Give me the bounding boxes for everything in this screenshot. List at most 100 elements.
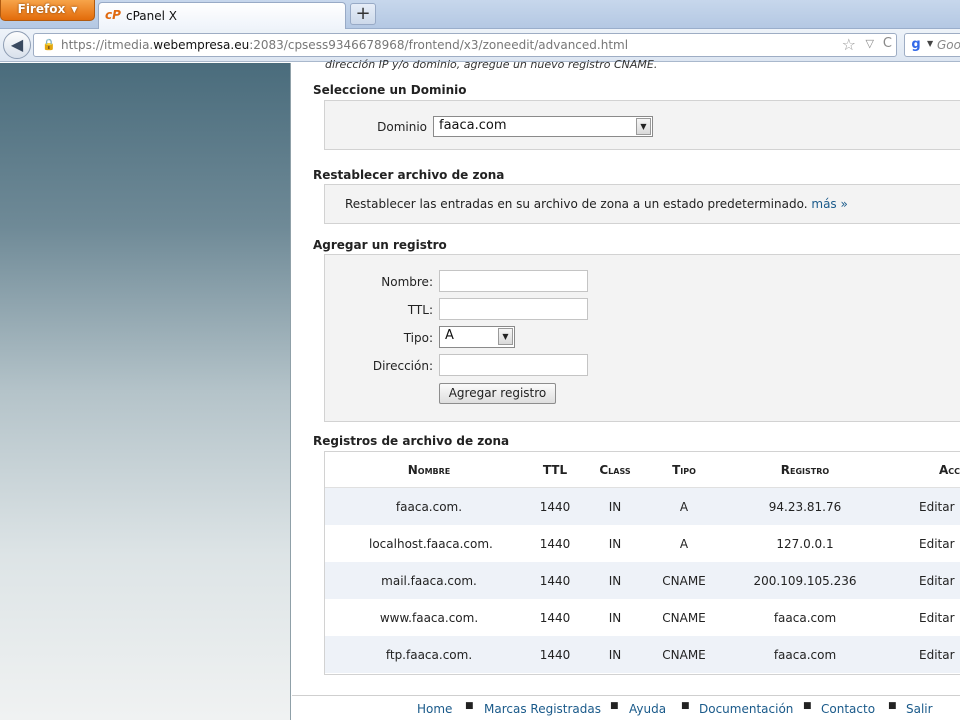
cell-type: A — [679, 500, 689, 514]
back-button[interactable]: ◀ — [3, 31, 31, 59]
cell-record: faaca.com — [773, 648, 837, 662]
footer-separator: ■ — [888, 701, 897, 711]
type-select-value: A — [445, 328, 454, 343]
footer-separator: ■ — [803, 701, 812, 711]
table-row: faaca.com. 1440 IN A 94.23.81.76 Editar — [325, 488, 960, 525]
google-icon[interactable]: g — [908, 37, 924, 53]
cell-ttl: 1440 — [539, 500, 571, 514]
cell-class: IN — [608, 500, 622, 514]
cell-type: CNAME — [662, 611, 706, 625]
cell-name: ftp.faaca.com. — [385, 648, 473, 662]
cell-class: IN — [608, 537, 622, 551]
search-placeholder: Goo — [937, 38, 960, 52]
main-content: dirección IP y/o dominio, agregue un nue… — [292, 58, 960, 720]
table-row: www.faaca.com. 1440 IN CNAME faaca.com E… — [325, 599, 960, 636]
tab-title: cPanel X — [126, 9, 178, 23]
type-label: Tipo: — [403, 331, 433, 345]
page-sidebar-background — [0, 63, 291, 720]
more-link[interactable]: más » — [811, 197, 847, 211]
dropdown-arrow-icon[interactable]: ▼ — [498, 328, 513, 345]
edit-link[interactable]: Editar — [919, 648, 955, 662]
edit-link[interactable]: Editar — [919, 611, 955, 625]
cell-type: CNAME — [662, 574, 706, 588]
footer-separator: ■ — [465, 701, 474, 711]
column-header-actions: Acc — [939, 463, 960, 477]
section-title-reset-zone: Restablecer archivo de zona — [313, 168, 505, 182]
footer-link-trademarks[interactable]: Marcas Registradas — [484, 702, 601, 716]
column-header-class[interactable]: Class — [585, 463, 645, 477]
dropdown-arrow-icon: ▼ — [71, 5, 78, 14]
cell-name: mail.faaca.com. — [381, 574, 477, 588]
ttl-input[interactable] — [439, 298, 588, 320]
column-header-name[interactable]: Nombre — [369, 463, 489, 477]
edit-link[interactable]: Editar — [919, 537, 955, 551]
address-input[interactable] — [439, 354, 588, 376]
name-input[interactable] — [439, 270, 588, 292]
cell-class: IN — [608, 611, 622, 625]
add-record-panel: Nombre: TTL: Tipo: A ▼ Dirección: Agrega… — [324, 254, 960, 422]
section-title-add-record: Agregar un registro — [313, 238, 447, 252]
type-select[interactable]: A ▼ — [439, 326, 515, 348]
cell-record: 127.0.0.1 — [776, 537, 834, 551]
cell-ttl: 1440 — [539, 648, 571, 662]
reset-zone-text: Restablecer las entradas en su archivo d… — [345, 197, 848, 211]
address-label: Dirección: — [372, 359, 433, 373]
cell-record: faaca.com — [773, 611, 837, 625]
footer-link-contact[interactable]: Contacto — [821, 702, 875, 716]
cell-ttl: 1440 — [539, 574, 571, 588]
table-row: ftp.faaca.com. 1440 IN CNAME faaca.com E… — [325, 636, 960, 673]
tab-cpanel[interactable]: cP cPanel X — [98, 2, 346, 30]
column-header-ttl[interactable]: TTL — [525, 463, 585, 477]
column-header-record[interactable]: Registro — [735, 463, 875, 477]
cell-name: localhost.faaca.com. — [369, 537, 493, 551]
section-title-select-domain: Seleccione un Dominio — [313, 83, 467, 97]
cell-ttl: 1440 — [539, 611, 571, 625]
footer-separator: ■ — [610, 701, 619, 711]
search-engine-dropdown-icon[interactable]: ▼ — [927, 39, 933, 48]
footer-link-home[interactable]: Home — [417, 702, 452, 716]
table-row: mail.faaca.com. 1440 IN CNAME 200.109.10… — [325, 562, 960, 599]
cell-record: 94.23.81.76 — [768, 500, 842, 514]
add-record-button[interactable]: Agregar registro — [439, 383, 556, 404]
page-footer: Home ■ Marcas Registradas ■ Ayuda ■ Docu… — [292, 695, 960, 720]
table-header: Nombre TTL Class Tipo Registro Acc — [325, 452, 960, 488]
intro-text: dirección IP y/o dominio, agregue un nue… — [325, 58, 658, 71]
lock-icon: 🔒 — [42, 38, 56, 51]
edit-link[interactable]: Editar — [919, 500, 955, 514]
dropdown-arrow-icon[interactable]: ▼ — [636, 118, 651, 135]
url-history-dropdown-icon[interactable]: ▽ — [866, 37, 874, 50]
edit-link[interactable]: Editar — [919, 574, 955, 588]
cell-type: CNAME — [662, 648, 706, 662]
firefox-menu-button[interactable]: Firefox ▼ — [0, 0, 95, 21]
domain-select-value: faaca.com — [439, 118, 507, 133]
cell-name: www.faaca.com. — [379, 611, 479, 625]
cpanel-logo-icon: cP — [105, 8, 121, 22]
column-header-type[interactable]: Tipo — [645, 463, 723, 477]
url-text: https://itmedia.webempresa.eu:2083/cpses… — [61, 38, 629, 52]
section-title-zone-records: Registros de archivo de zona — [313, 434, 510, 448]
domain-label: Dominio — [377, 120, 427, 134]
domain-select[interactable]: faaca.com ▼ — [433, 116, 653, 137]
cell-record: 200.109.105.236 — [753, 574, 857, 588]
bookmark-star-icon[interactable]: ☆ — [842, 35, 856, 54]
browser-title-bar: Firefox ▼ cP cPanel X + — [0, 0, 960, 30]
new-tab-button[interactable]: + — [350, 3, 376, 25]
footer-separator: ■ — [681, 701, 690, 711]
cell-ttl: 1440 — [539, 537, 571, 551]
zone-records-table: Nombre TTL Class Tipo Registro Acc faaca… — [324, 451, 960, 675]
footer-link-help[interactable]: Ayuda — [629, 702, 666, 716]
cell-class: IN — [608, 648, 622, 662]
reset-zone-panel: Restablecer las entradas en su archivo d… — [324, 184, 960, 224]
address-bar[interactable]: 🔒 https://itmedia.webempresa.eu:2083/cps… — [33, 33, 897, 57]
footer-link-logout[interactable]: Salir — [906, 702, 933, 716]
footer-link-documentation[interactable]: Documentación — [699, 702, 793, 716]
back-arrow-icon: ◀ — [10, 35, 24, 54]
name-label: Nombre: — [381, 275, 433, 289]
cell-type: A — [679, 537, 689, 551]
select-domain-panel: Dominio faaca.com ▼ — [324, 100, 960, 150]
cell-name: faaca.com. — [395, 500, 463, 514]
cell-class: IN — [608, 574, 622, 588]
reload-icon[interactable]: C — [883, 36, 892, 51]
firefox-menu-label: Firefox — [17, 2, 66, 16]
search-bar[interactable]: g ▼ Goo — [904, 33, 960, 57]
